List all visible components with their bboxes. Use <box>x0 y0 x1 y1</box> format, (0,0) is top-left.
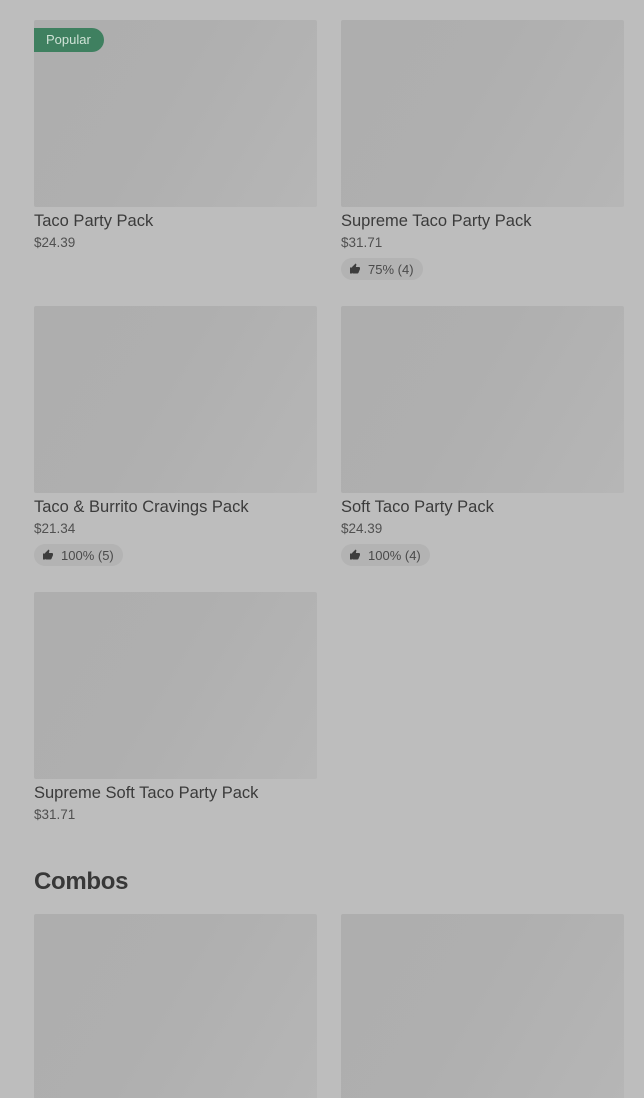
menu-item-name: Soft Taco Party Pack <box>341 498 494 516</box>
menu-item-card[interactable] <box>341 914 624 1098</box>
menu-item-name: Taco Party Pack <box>34 212 154 230</box>
party-packs-row-3: Supreme Soft Taco Party Pack $31.71 <box>34 592 624 823</box>
menu-item-image[interactable] <box>34 914 317 1098</box>
rating-badge: 100% (4) <box>341 544 430 566</box>
menu-item-name: Supreme Soft Taco Party Pack <box>34 784 259 802</box>
rating-text: 100% (5) <box>61 547 114 563</box>
menu-page: Popular Taco Party Pack $24.39 Supreme T… <box>0 0 644 1098</box>
menu-item-card[interactable]: Supreme Taco Party Pack $31.71 75% (4) <box>341 20 624 280</box>
menu-item-price: $31.71 <box>341 235 383 250</box>
section-title-combos: Combos <box>34 868 129 895</box>
popular-badge: Popular <box>34 28 104 52</box>
rating-badge: 75% (4) <box>341 258 423 280</box>
menu-item-card[interactable]: Soft Taco Party Pack $24.39 100% (4) <box>341 306 624 566</box>
menu-item-card[interactable]: Supreme Soft Taco Party Pack $31.71 <box>34 592 317 823</box>
menu-item-image[interactable] <box>34 592 317 779</box>
menu-item-card[interactable]: Taco & Burrito Cravings Pack $21.34 100%… <box>34 306 317 566</box>
menu-item-name: Taco & Burrito Cravings Pack <box>34 498 249 516</box>
menu-item-name: Supreme Taco Party Pack <box>341 212 532 230</box>
thumbs-up-icon <box>350 549 360 560</box>
menu-item-price: $31.71 <box>34 807 76 822</box>
menu-item-card[interactable]: Popular Taco Party Pack $24.39 <box>34 20 317 280</box>
thumbs-up-icon <box>43 549 53 560</box>
menu-item-image[interactable] <box>341 914 624 1098</box>
party-packs-row-1: Popular Taco Party Pack $24.39 Supreme T… <box>34 20 624 280</box>
menu-item-image[interactable] <box>341 20 624 207</box>
party-packs-row-2: Taco & Burrito Cravings Pack $21.34 100%… <box>34 306 624 566</box>
menu-item-price: $21.34 <box>34 521 76 536</box>
combos-row-1 <box>34 914 624 1098</box>
menu-item-card[interactable] <box>34 914 317 1098</box>
menu-item-price: $24.39 <box>341 521 383 536</box>
rating-text: 75% (4) <box>368 261 414 277</box>
menu-item-price: $24.39 <box>34 235 76 250</box>
thumbs-up-icon <box>350 263 360 274</box>
rating-badge: 100% (5) <box>34 544 123 566</box>
menu-item-image[interactable] <box>341 306 624 493</box>
menu-item-image[interactable] <box>34 306 317 493</box>
rating-text: 100% (4) <box>368 547 421 563</box>
